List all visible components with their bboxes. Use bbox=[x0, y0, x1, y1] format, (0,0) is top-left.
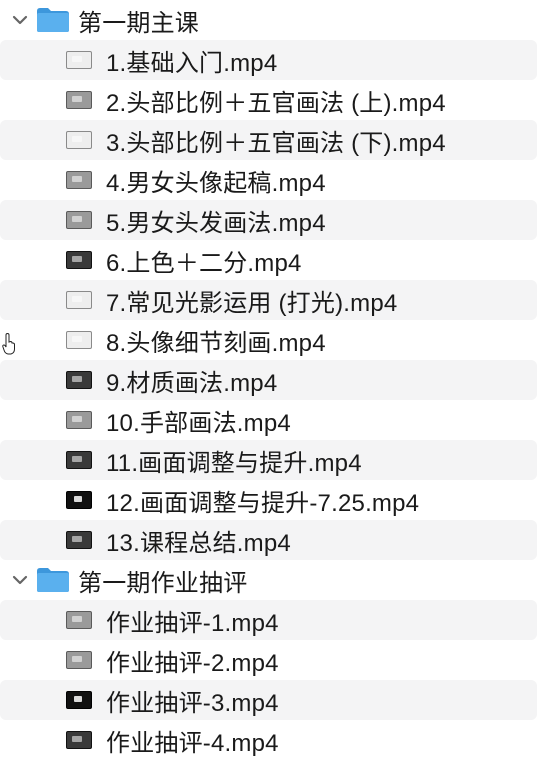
video-thumbnail-icon bbox=[66, 171, 92, 189]
file-row[interactable]: 6.上色＋二分.mp4 bbox=[0, 240, 537, 280]
video-thumbnail-icon bbox=[66, 411, 92, 429]
file-name: 作业抽评-1.mp4 bbox=[106, 609, 279, 637]
video-thumbnail-icon bbox=[66, 251, 92, 269]
file-name: 2.头部比例＋五官画法 (上).mp4 bbox=[106, 89, 446, 117]
folder-name: 第一期主课 bbox=[78, 9, 199, 37]
file-row[interactable]: 13.课程总结.mp4 bbox=[0, 520, 537, 560]
video-thumbnail-icon bbox=[66, 651, 92, 669]
file-row[interactable]: 7.常见光影运用 (打光).mp4 bbox=[0, 280, 537, 320]
chevron-down-icon[interactable] bbox=[0, 574, 28, 586]
file-name: 5.男女头发画法.mp4 bbox=[106, 209, 326, 237]
file-name: 10.手部画法.mp4 bbox=[106, 409, 291, 437]
file-row[interactable]: 1.基础入门.mp4 bbox=[0, 40, 537, 80]
video-thumbnail-icon bbox=[66, 531, 92, 549]
video-thumbnail-icon bbox=[66, 691, 92, 709]
file-row[interactable]: 8.头像细节刻画.mp4 bbox=[0, 320, 537, 360]
file-name: 12.画面调整与提升-7.25.mp4 bbox=[106, 489, 420, 517]
file-name: 13.课程总结.mp4 bbox=[106, 529, 291, 557]
video-thumbnail-icon bbox=[66, 371, 92, 389]
video-thumbnail-icon bbox=[66, 291, 92, 309]
file-name: 8.头像细节刻画.mp4 bbox=[106, 329, 326, 357]
file-name: 11.画面调整与提升.mp4 bbox=[106, 449, 362, 477]
file-name: 7.常见光影运用 (打光).mp4 bbox=[106, 289, 398, 317]
video-thumbnail-icon bbox=[66, 211, 92, 229]
file-list: 第一期主课 1.基础入门.mp4 2.头部比例＋五官画法 (上).mp4 3.头… bbox=[0, 0, 537, 760]
video-thumbnail-icon bbox=[66, 331, 92, 349]
video-thumbnail-icon bbox=[66, 611, 92, 629]
file-name: 作业抽评-3.mp4 bbox=[106, 689, 279, 717]
file-row[interactable]: 3.头部比例＋五官画法 (下).mp4 bbox=[0, 120, 537, 160]
file-row[interactable]: 4.男女头像起稿.mp4 bbox=[0, 160, 537, 200]
video-thumbnail-icon bbox=[66, 491, 92, 509]
video-thumbnail-icon bbox=[66, 451, 92, 469]
file-name: 9.材质画法.mp4 bbox=[106, 369, 278, 397]
folder-row[interactable]: 第一期主课 bbox=[0, 0, 537, 40]
file-name: 作业抽评-4.mp4 bbox=[106, 729, 279, 757]
file-name: 作业抽评-2.mp4 bbox=[106, 649, 279, 677]
file-row[interactable]: 作业抽评-3.mp4 bbox=[0, 680, 537, 720]
file-row[interactable]: 10.手部画法.mp4 bbox=[0, 400, 537, 440]
chevron-down-icon[interactable] bbox=[0, 14, 28, 26]
video-thumbnail-icon bbox=[66, 731, 92, 749]
file-row[interactable]: 12.画面调整与提升-7.25.mp4 bbox=[0, 480, 537, 520]
file-row[interactable]: 作业抽评-2.mp4 bbox=[0, 640, 537, 680]
folder-name: 第一期作业抽评 bbox=[78, 569, 248, 597]
video-thumbnail-icon bbox=[66, 131, 92, 149]
file-row[interactable]: 作业抽评-1.mp4 bbox=[0, 600, 537, 640]
file-row[interactable]: 作业抽评-4.mp4 bbox=[0, 720, 537, 760]
folder-row[interactable]: 第一期作业抽评 bbox=[0, 560, 537, 600]
hand-pointer-cursor-icon bbox=[2, 333, 15, 355]
file-row[interactable]: 11.画面调整与提升.mp4 bbox=[0, 440, 537, 480]
file-name: 3.头部比例＋五官画法 (下).mp4 bbox=[106, 129, 446, 157]
file-name: 6.上色＋二分.mp4 bbox=[106, 249, 302, 277]
file-row[interactable]: 9.材质画法.mp4 bbox=[0, 360, 537, 400]
video-thumbnail-icon bbox=[66, 91, 92, 109]
file-name: 4.男女头像起稿.mp4 bbox=[106, 169, 326, 197]
file-row[interactable]: 2.头部比例＋五官画法 (上).mp4 bbox=[0, 80, 537, 120]
folder-icon bbox=[37, 8, 69, 32]
folder-icon bbox=[37, 568, 69, 592]
file-name: 1.基础入门.mp4 bbox=[106, 49, 278, 77]
file-row[interactable]: 5.男女头发画法.mp4 bbox=[0, 200, 537, 240]
video-thumbnail-icon bbox=[66, 51, 92, 69]
